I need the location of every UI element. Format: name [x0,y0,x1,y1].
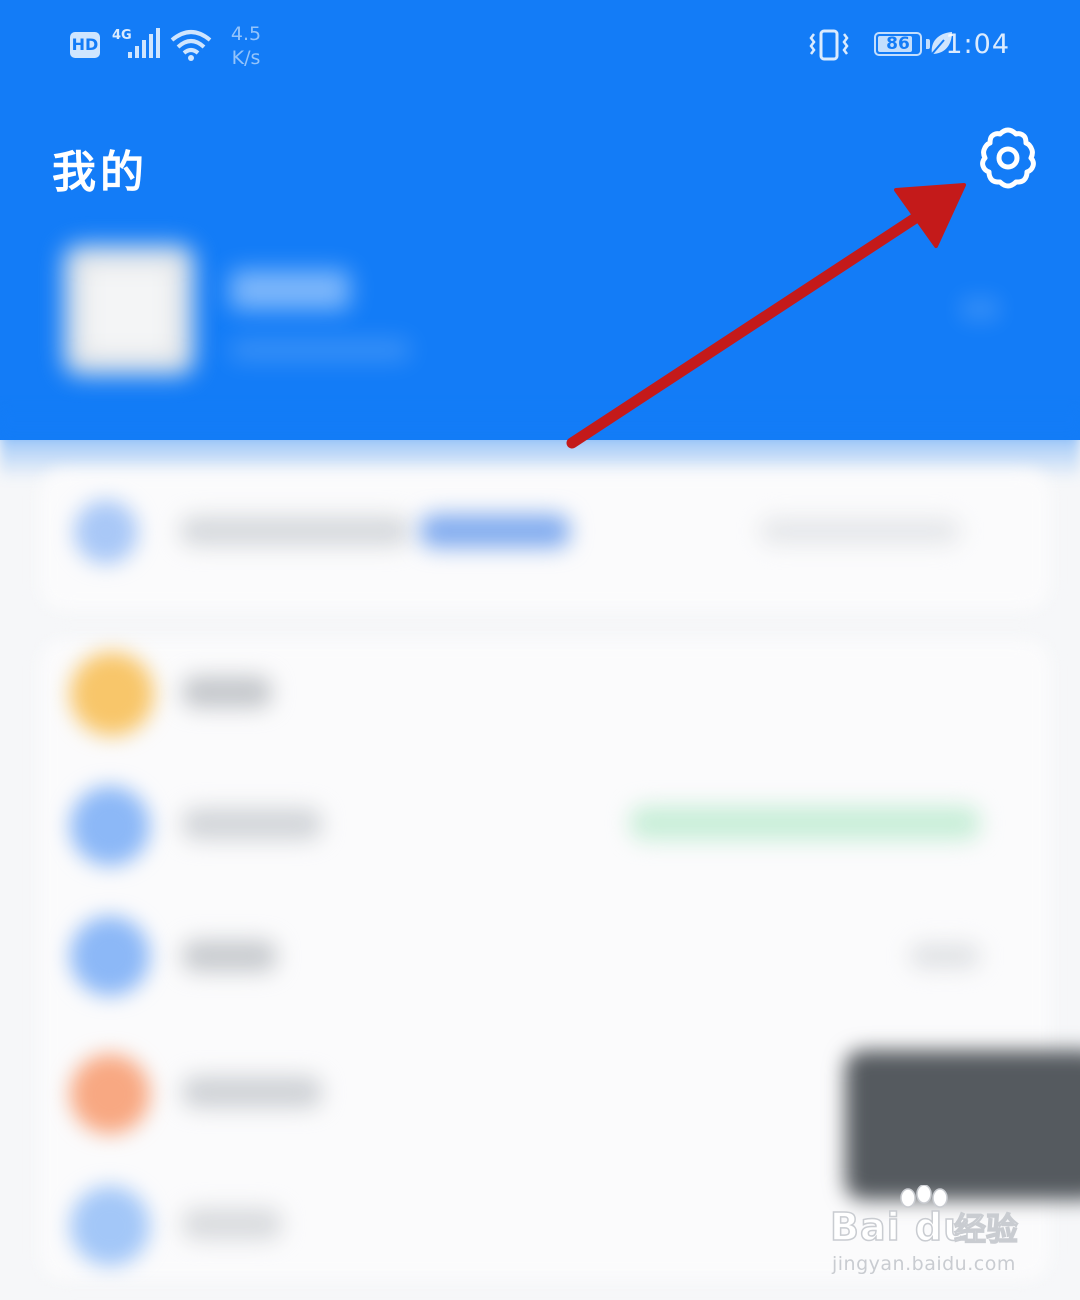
watermark-product: 经验 [953,1209,1019,1248]
watermark-url: jingyan.baidu.com [832,1253,1016,1275]
watermark-brand: Bai du [829,1204,972,1250]
baidu-jingyan-watermark: Bai du 经验 jingyan.baidu.com [829,1185,1030,1280]
red-arrow-pointer-icon [566,183,966,449]
